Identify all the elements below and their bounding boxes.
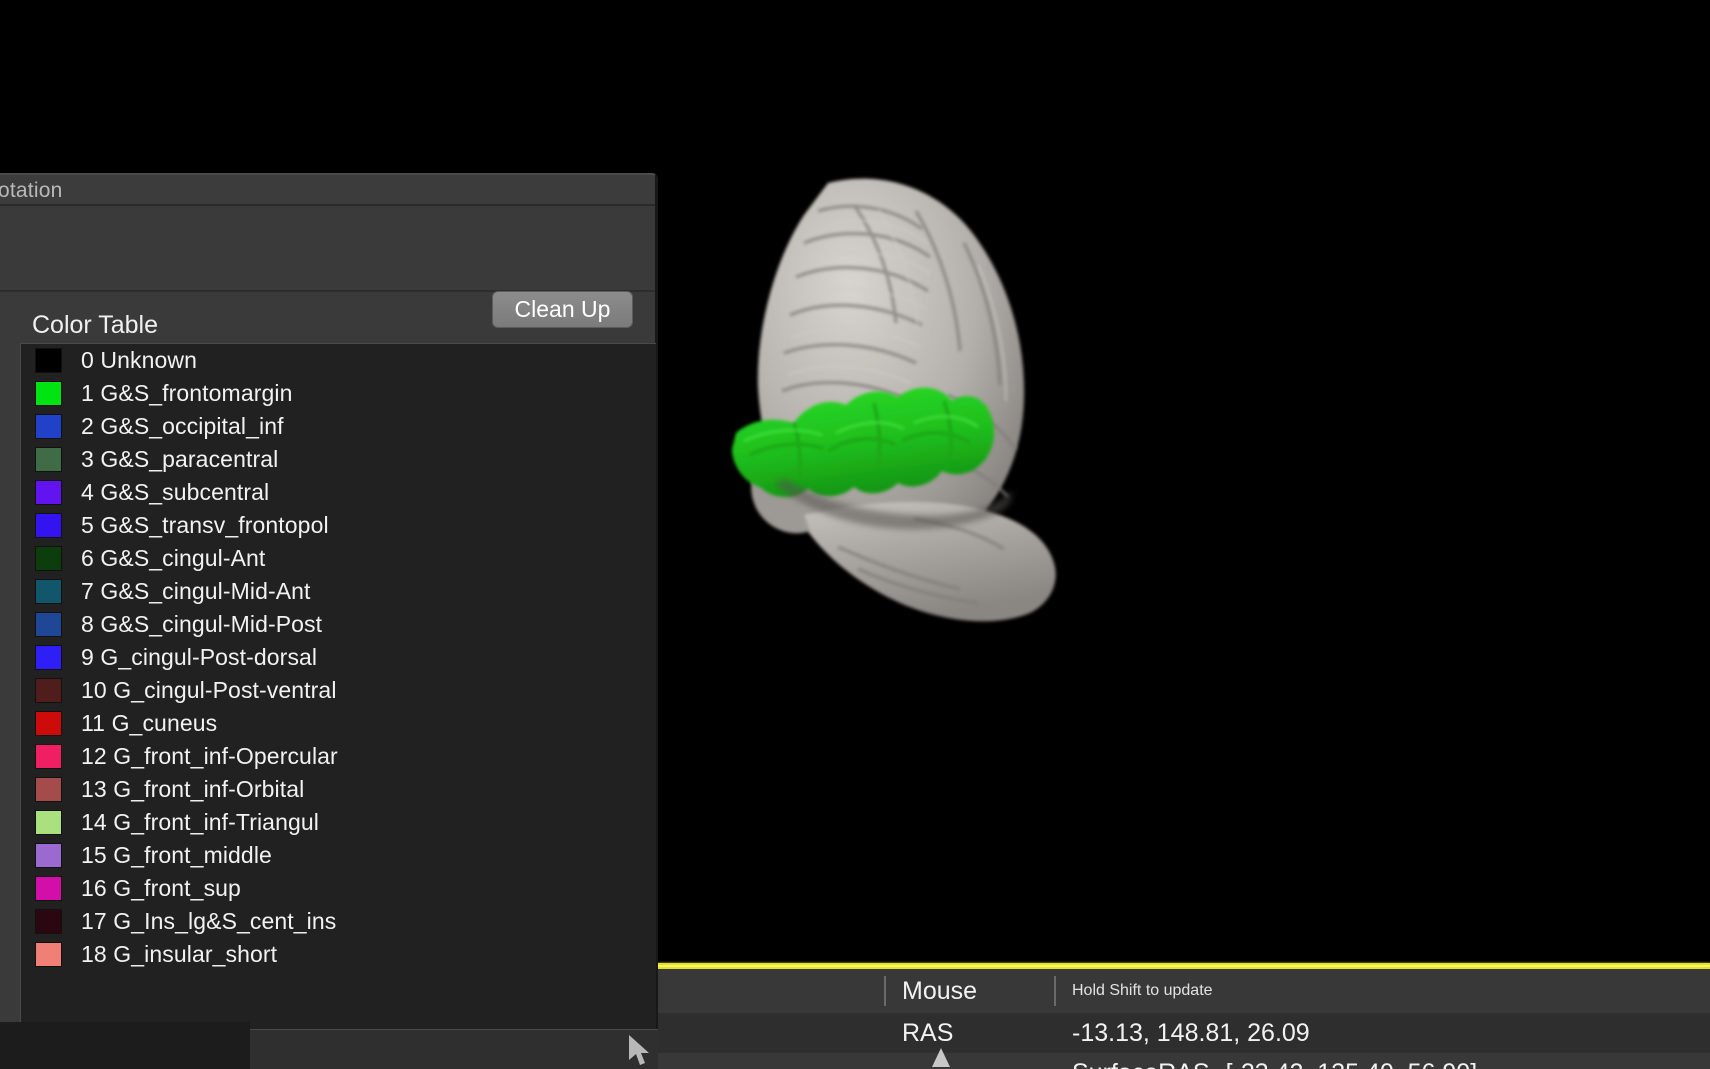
- color-table-row[interactable]: 11 G_cuneus: [21, 707, 656, 740]
- color-table-row-label: 13 G_front_inf-Orbital: [81, 776, 305, 802]
- color-swatch: [35, 876, 62, 901]
- color-swatch: [35, 348, 62, 373]
- color-table-row[interactable]: 3 G&S_paracentral: [21, 443, 656, 476]
- status-value-ras[interactable]: -13.13, 148.81, 26.09: [1056, 1019, 1310, 1048]
- color-swatch: [35, 381, 62, 406]
- color-swatch: [35, 414, 62, 439]
- color-table-row[interactable]: 9 G_cingul-Post-dorsal: [21, 641, 656, 674]
- render-view-3d[interactable]: [658, 0, 1710, 966]
- color-swatch: [35, 843, 62, 868]
- color-table-row[interactable]: 13 G_front_inf-Orbital: [21, 773, 656, 806]
- color-table-row[interactable]: 17 G_Ins_lg&S_cent_ins: [21, 905, 656, 938]
- color-swatch: [35, 711, 62, 736]
- color-table-row[interactable]: 16 G_front_sup: [21, 872, 656, 905]
- status-divider-5: [884, 1058, 886, 1069]
- color-swatch: [35, 810, 62, 835]
- color-table-row[interactable]: 2 G&S_occipital_inf: [21, 410, 656, 443]
- color-table-row-label: 3 G&S_paracentral: [81, 446, 279, 472]
- color-swatch: [35, 546, 62, 571]
- color-table-list[interactable]: 0 Unknown 1 G&S_frontomargin 2 G&S_occipit…: [20, 343, 656, 1069]
- brain-surface-svg: [732, 178, 1056, 622]
- color-table-row[interactable]: 6 G&S_cingul-Ant: [21, 542, 656, 575]
- color-swatch: [35, 744, 62, 769]
- status-row-ras[interactable]: RAS -13.13, 148.81, 26.09: [658, 1013, 1710, 1053]
- annotation-panel: otation Color Table Clean Up 0 Unknown 1 …: [0, 173, 658, 1069]
- color-swatch: [35, 777, 62, 802]
- status-label-ras: RAS: [902, 1018, 954, 1047]
- color-swatch: [35, 480, 62, 505]
- color-table-row-label: 16 G_front_sup: [81, 875, 241, 901]
- annotation-panel-header: otation: [0, 175, 655, 206]
- color-swatch: [35, 579, 62, 604]
- status-bar: Mouse Hold Shift to update RAS -13.13, 1…: [658, 969, 1710, 1069]
- color-swatch: [35, 447, 62, 472]
- color-table-row[interactable]: 1 G&S_frontomargin: [21, 377, 656, 410]
- color-table-row-label: 5 G&S_transv_frontopol: [81, 512, 329, 538]
- color-table-row-label: 17 G_Ins_lg&S_cent_ins: [81, 908, 337, 934]
- color-table-row-label: 12 G_front_inf-Opercular: [81, 743, 338, 769]
- color-table-row-label: 14 G_front_inf-Triangul: [81, 809, 319, 835]
- color-table-row-label: 0 Unknown: [81, 347, 197, 373]
- color-table-row-label: 7 G&S_cingul-Mid-Ant: [81, 578, 311, 604]
- color-table-row-label: 10 G_cingul-Post-ventral: [81, 677, 337, 703]
- clean-up-button[interactable]: Clean Up: [492, 291, 633, 328]
- color-swatch: [35, 612, 62, 637]
- color-table-row[interactable]: 12 G_front_inf-Opercular: [21, 740, 656, 773]
- color-table-row-label: 1 G&S_frontomargin: [81, 380, 293, 406]
- color-table-row[interactable]: 15 G_front_middle: [21, 839, 656, 872]
- color-table-row[interactable]: 18 G_insular_short: [21, 938, 656, 971]
- color-swatch: [35, 909, 62, 934]
- color-table-row[interactable]: 14 G_front_inf-Triangul: [21, 806, 656, 839]
- annotation-panel-subsection: [0, 208, 655, 292]
- color-swatch: [35, 645, 62, 670]
- color-swatch: [35, 942, 62, 967]
- status-value-surfaceras[interactable]: [-23.42, 135.40, 56.90]: [1210, 1059, 1478, 1069]
- status-row-surfaceras[interactable]: SurfaceRAS [-23.42, 135.40, 56.90]: [658, 1053, 1710, 1069]
- color-table-row-label: 11 G_cuneus: [81, 710, 218, 736]
- status-label-mouse: Mouse: [902, 976, 978, 1005]
- color-swatch: [35, 678, 62, 703]
- color-table-row-label: 9 G_cingul-Post-dorsal: [81, 644, 318, 670]
- color-table-row-label: 18 G_insular_short: [81, 941, 278, 967]
- annotation-panel-title: otation: [0, 179, 63, 202]
- color-table-row-label: 15 G_front_middle: [81, 842, 272, 868]
- bottom-left-black-strip: [0, 1022, 250, 1069]
- color-table-row[interactable]: 5 G&S_transv_frontopol: [21, 509, 656, 542]
- render-view-focus-border-highlight: [658, 965, 1710, 967]
- status-row-mouse: Mouse Hold Shift to update: [658, 969, 1710, 1013]
- color-table-row-label: 6 G&S_cingul-Ant: [81, 545, 266, 571]
- color-table-row[interactable]: 10 G_cingul-Post-ventral: [21, 674, 656, 707]
- color-table-row-label: 4 G&S_subcentral: [81, 479, 270, 505]
- color-table-row[interactable]: 8 G&S_cingul-Mid-Post: [21, 608, 656, 641]
- status-hint-hold-shift: Hold Shift to update: [1072, 982, 1213, 999]
- brain-surface-render[interactable]: [678, 165, 1078, 710]
- app-window: Mouse Hold Shift to update RAS -13.13, 1…: [0, 0, 1710, 1069]
- color-table-row-label: 2 G&S_occipital_inf: [81, 413, 284, 439]
- color-swatch: [35, 513, 62, 538]
- status-label-surfaceras: SurfaceRAS: [1056, 1059, 1210, 1069]
- color-table-row[interactable]: 0 Unknown: [21, 344, 656, 377]
- color-table-row[interactable]: 7 G&S_cingul-Mid-Ant: [21, 575, 656, 608]
- color-table-label: Color Table: [32, 311, 159, 339]
- color-table-row[interactable]: 4 G&S_subcentral: [21, 476, 656, 509]
- color-table-row-label: 8 G&S_cingul-Mid-Post: [81, 611, 323, 637]
- window-top-black-area: [0, 0, 658, 173]
- bottom-overlay-strip: [250, 1029, 658, 1069]
